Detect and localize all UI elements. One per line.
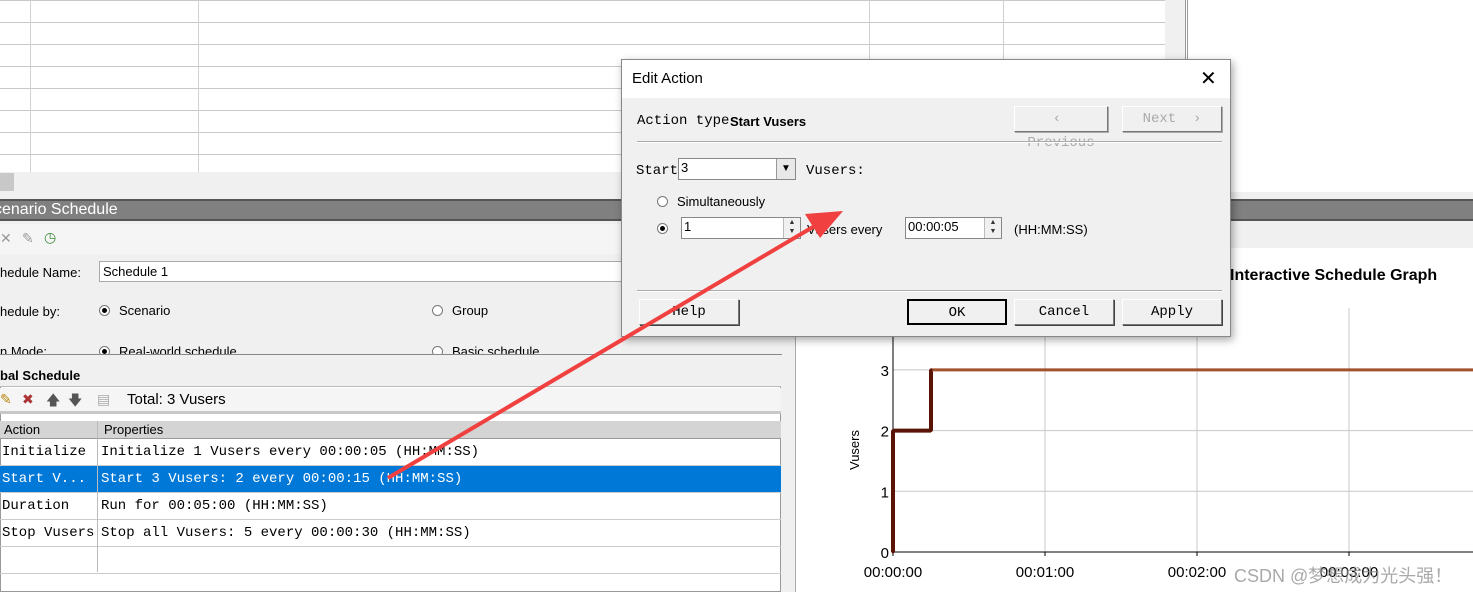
properties-cell: Stop all Vusers: 5 every 00:00:30 (HH:MM… xyxy=(101,525,471,541)
data-point xyxy=(891,550,895,554)
total-vusers: Total: 3 Vusers xyxy=(127,391,226,408)
properties-cell: Start 3 Vusers: 2 every 00:00:15 (HH:MM:… xyxy=(101,471,463,487)
simultaneously-label: Simultaneously xyxy=(677,194,766,209)
start-count-combobox[interactable]: 3 ▼ xyxy=(678,158,796,180)
schedule-name-label: hedule Name: xyxy=(0,265,81,280)
table-row-selected[interactable]: Start V... Start 3 Vusers: 2 every 00:00:… xyxy=(0,466,781,493)
action-type-label: Action type xyxy=(637,113,730,129)
vusers-label: Vusers: xyxy=(806,163,865,179)
y-tick-label: 3 xyxy=(881,363,889,380)
properties-cell: Run for 00:05:00 (HH:MM:SS) xyxy=(101,498,328,514)
dialog-title: Edit Action xyxy=(632,70,703,87)
rename-icon[interactable]: ✎ xyxy=(22,230,34,247)
copy-icon[interactable]: ▤ xyxy=(97,391,110,408)
scrollbar-thumb[interactable] xyxy=(0,173,14,191)
next-button[interactable]: Next › xyxy=(1122,106,1222,132)
next-label: Next xyxy=(1142,111,1177,127)
real-world-radio[interactable] xyxy=(99,346,110,354)
group-option-label: Group xyxy=(452,303,489,318)
x-tick-label: 00:01:00 xyxy=(1016,564,1074,581)
close-icon[interactable]: ✕ xyxy=(1200,66,1217,91)
real-world-label: Real-world schedule xyxy=(119,344,237,354)
schedule-by-label: hedule by: xyxy=(0,304,60,319)
previous-button[interactable]: ‹ Previous xyxy=(1014,106,1108,151)
spinner-icon[interactable]: ▲ ▼ xyxy=(783,218,800,238)
cancel-button[interactable]: Cancel xyxy=(1014,299,1114,325)
watermark: CSDN @梦想成为光头强！ xyxy=(1234,566,1453,586)
start-label: Start xyxy=(636,163,679,179)
properties-cell: Initialize 1 Vusers every 00:00:05 (HH:M… xyxy=(101,444,480,460)
action-cell: Initialize xyxy=(2,444,87,460)
interval-input[interactable]: 00:00:05 ▲ ▼ xyxy=(905,217,1002,239)
global-schedule-toolbar: ✎ ✖ 🡅 🡇 ▤ Total: 3 Vusers xyxy=(0,388,781,414)
previous-label: Previous xyxy=(1027,135,1095,151)
y-tick-label: 2 xyxy=(881,424,889,441)
move-up-icon[interactable]: 🡅 xyxy=(46,390,60,414)
column-action[interactable]: Action xyxy=(4,422,40,437)
table-row[interactable]: Initialize Initialize 1 Vusers every 00:0… xyxy=(0,439,781,466)
move-down-icon[interactable]: 🡇 xyxy=(68,390,82,414)
run-mode-label: n Mode: xyxy=(0,344,47,354)
separator xyxy=(637,290,1222,292)
y-axis-label: Vusers xyxy=(847,430,862,470)
schedule-by-group-radio[interactable] xyxy=(432,305,443,316)
run-mode-row: n Mode: Real-world schedule Basic schedu… xyxy=(0,340,781,354)
basic-schedule-radio[interactable] xyxy=(432,346,443,354)
time-format-label: (HH:MM:SS) xyxy=(1014,222,1088,237)
separator xyxy=(637,141,1222,143)
panel-title: cenario Schedule xyxy=(0,201,118,218)
every-radio[interactable] xyxy=(657,223,668,234)
scenario-option-label: Scenario xyxy=(119,303,171,318)
global-schedule-title: bal Schedule xyxy=(0,365,781,387)
schedule-by-scenario-radio[interactable] xyxy=(99,305,110,316)
spinner-icon[interactable]: ▲ ▼ xyxy=(984,218,1001,238)
y-tick-label: 1 xyxy=(881,484,889,501)
table-row-empty xyxy=(0,547,781,574)
start-count-value: 3 xyxy=(681,160,689,175)
x-tick-label: 00:00:00 xyxy=(864,564,922,581)
ok-button[interactable]: OK xyxy=(907,299,1007,325)
schedule-name-input[interactable]: Schedule 1 xyxy=(99,261,639,282)
data-point xyxy=(929,368,933,372)
table-row[interactable]: Stop Vusers Stop all Vusers: 5 every 00:0… xyxy=(0,520,781,547)
table-header: Action Properties xyxy=(0,421,781,439)
help-button[interactable]: Help xyxy=(639,299,739,325)
vusers-count-input[interactable]: 1 ▲ ▼ xyxy=(681,217,801,239)
chevron-down-icon[interactable]: ▼ xyxy=(776,159,795,179)
apply-button[interactable]: Apply xyxy=(1122,299,1222,325)
interval-value: 00:00:05 xyxy=(908,219,959,234)
action-cell: Duration xyxy=(2,498,70,514)
schedule-clock-icon[interactable]: ◷ xyxy=(44,229,56,246)
y-tick-label: 0 xyxy=(881,545,889,562)
vusers-count-value: 1 xyxy=(684,219,692,234)
delete-icon[interactable]: ✕ xyxy=(0,230,12,247)
action-cell: Start V... xyxy=(2,471,87,487)
edit-action-dialog: Edit Action ✕ Action type Start Vusers ‹… xyxy=(621,59,1231,337)
data-point xyxy=(891,429,895,433)
x-tick-label: 00:02:00 xyxy=(1168,564,1226,581)
action-cell: Stop Vusers xyxy=(2,525,95,541)
column-properties[interactable]: Properties xyxy=(104,422,163,437)
column-divider xyxy=(97,421,98,572)
table-row[interactable]: Duration Run for 00:05:00 (HH:MM:SS) xyxy=(0,493,781,520)
delete-action-icon[interactable]: ✖ xyxy=(22,391,34,408)
dialog-titlebar xyxy=(622,60,1230,98)
simultaneously-radio[interactable] xyxy=(657,196,668,207)
basic-schedule-label: Basic schedule xyxy=(452,344,540,354)
data-point xyxy=(929,429,933,433)
edit-action-icon[interactable]: ✎ xyxy=(0,391,12,408)
action-type-value: Start Vusers xyxy=(730,114,807,129)
vusers-every-label: Vusers every xyxy=(807,222,883,237)
